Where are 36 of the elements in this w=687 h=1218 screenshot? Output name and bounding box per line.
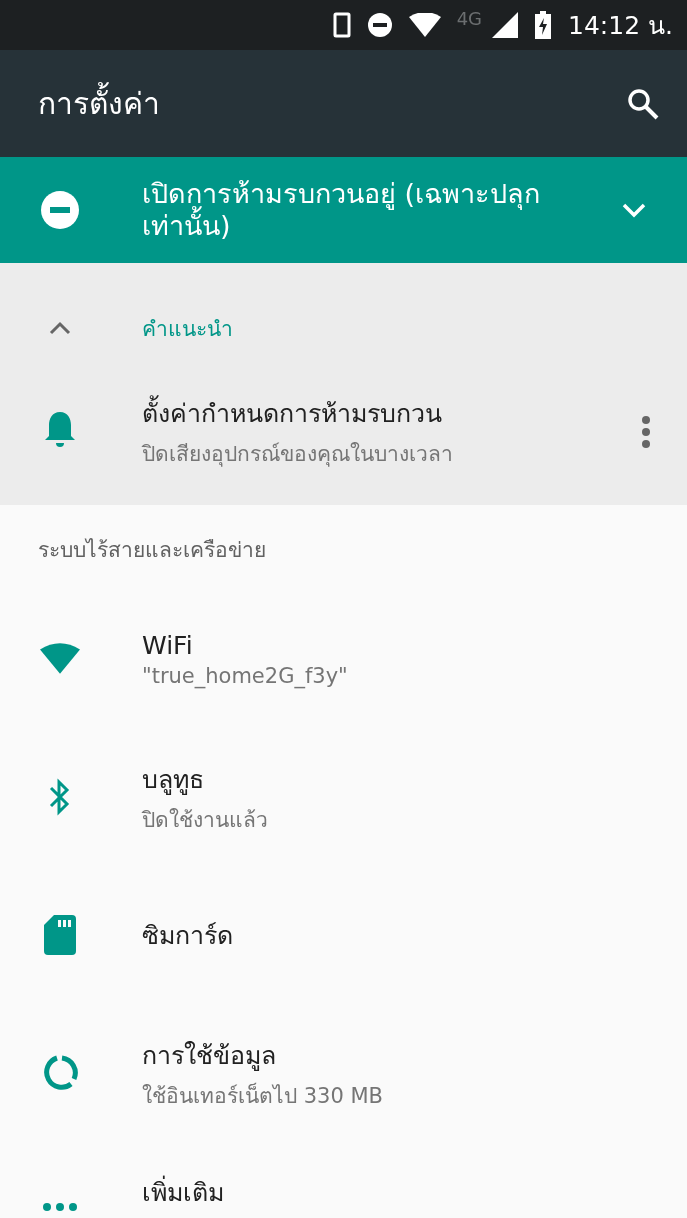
item-summary: "true_home2G_f3y" bbox=[142, 663, 349, 688]
toolbar-title: การตั้งค่า bbox=[38, 80, 627, 127]
status-time: 14:12 น. bbox=[568, 10, 673, 42]
item-title: ซิมการ์ด bbox=[142, 920, 234, 952]
wifi-icon bbox=[408, 13, 441, 37]
search-icon[interactable] bbox=[627, 87, 659, 120]
settings-item[interactable]: การใช้ข้อมูล ใช้อินเทอร์เน็ตไป 330 MB bbox=[0, 1004, 687, 1142]
item-summary: ใช้อินเทอร์เน็ตไป 330 MB bbox=[142, 1081, 384, 1110]
item-title: WiFi bbox=[142, 630, 194, 660]
chevron-icon[interactable] bbox=[621, 202, 647, 218]
item-title: เพิ่มเติม bbox=[142, 1172, 687, 1212]
suggestion-title: ตั้งค่ากำหนดการห้ามรบกวน bbox=[142, 393, 641, 433]
do-not-disturb-icon bbox=[366, 12, 393, 38]
settings-item[interactable]: WiFi "true_home2G_f3y" bbox=[0, 590, 687, 728]
data-usage-icon bbox=[42, 1055, 78, 1091]
dnd-status-text: เปิดการห้ามรบกวนอยู่ (เฉพาะปลุกเท่านั้น) bbox=[142, 177, 542, 243]
suggestion-summary: ปิดเสียงอุปกรณ์ของคุณในบางเวลา bbox=[142, 441, 454, 469]
item-summary: ปิดใช้งานแล้ว bbox=[142, 806, 269, 834]
settings-item[interactable]: บลูทูธ ปิดใช้งานแล้ว bbox=[0, 728, 687, 866]
battery-charging-icon bbox=[534, 11, 553, 39]
sim-card-icon bbox=[44, 915, 76, 955]
wifi-icon bbox=[40, 642, 80, 676]
section-header: ระบบไร้สายและเครือข่าย bbox=[37, 537, 267, 564]
network-type: 4G bbox=[456, 8, 483, 29]
more-icon bbox=[42, 1202, 78, 1212]
do-not-disturb-icon bbox=[40, 190, 80, 230]
item-title: การใช้ข้อมูล bbox=[142, 1039, 277, 1073]
more-options-icon[interactable] bbox=[641, 415, 651, 449]
bluetooth-icon bbox=[49, 778, 71, 816]
suggestion-item[interactable]: ตั้งค่ากำหนดการห้ามรบกวน ปิดเสียงอุปกรณ์ของคุณในบางเวลา bbox=[0, 393, 687, 505]
settings-item[interactable]: ซิมการ์ด bbox=[0, 866, 687, 1004]
settings-item[interactable]: เพิ่มเติม bbox=[0, 1142, 687, 1218]
signal-icon bbox=[492, 12, 519, 38]
dnd-banner[interactable]: เปิดการห้ามรบกวนอยู่ (เฉพาะปลุกเท่านั้น) bbox=[0, 157, 687, 263]
item-title: บลูทูธ bbox=[142, 763, 205, 797]
phone-icon bbox=[332, 12, 351, 38]
